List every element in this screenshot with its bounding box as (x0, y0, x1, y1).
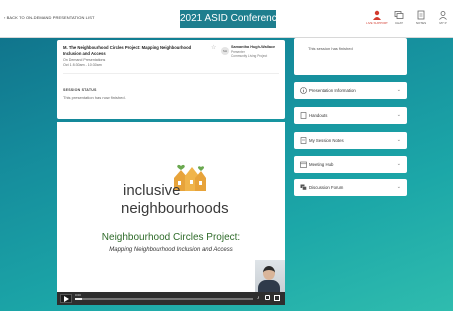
notes-icon (417, 10, 425, 20)
live-support-icon (373, 10, 381, 20)
sidebar-item-label: Meeting Hub (309, 162, 334, 167)
chevron-down-icon: ⌄ (396, 112, 401, 118)
webcam-body (258, 280, 280, 292)
chat-button[interactable]: CHAT (391, 10, 407, 25)
logo-word-neighbourhoods: neighbourhoods (121, 200, 229, 217)
sidebar-item-meeting-hub[interactable]: Meeting Hub ⌄ (294, 156, 407, 173)
notes-button[interactable]: NOTES (413, 10, 429, 25)
presenter-organisation: Community Living Project (231, 54, 268, 58)
live-support-button[interactable]: LIVE SUPPORT (366, 10, 388, 25)
live-support-label: LIVE SUPPORT (366, 21, 388, 25)
captions-icon[interactable] (265, 295, 270, 300)
slide-title: Neighbourhood Circles Project: (101, 232, 241, 243)
play-button[interactable] (60, 294, 72, 303)
chat-icon (394, 11, 404, 19)
session-time: Oct 1 8:30am - 10:30am (63, 63, 102, 67)
divider (63, 73, 279, 74)
video-time: 0:00 (75, 293, 81, 297)
sidebar-item-label: Presentation Information (309, 88, 356, 93)
sidebar-item-discussion-forum[interactable]: Discussion Forum ⌄ (294, 179, 407, 196)
presenter-webcam (255, 260, 285, 292)
back-link[interactable]: ‹ BACK TO ON-DEMAND PRESENTATION LIST (4, 15, 95, 20)
sidebar-item-presentation-information[interactable]: Presentation Information ⌄ (294, 82, 407, 99)
sidebar-item-label: Discussion Forum (309, 185, 344, 190)
notice-text: This session has finished (308, 46, 353, 51)
chat-label: CHAT (395, 21, 403, 25)
chat-icon (300, 184, 307, 191)
session-info-card: M. The Neighbourhood Circles Project: Ma… (57, 40, 285, 119)
notes-label: NOTES (415, 21, 427, 25)
chevron-down-icon: ⌄ (396, 184, 401, 190)
presenter-name: Samantha Hugh-Wallace (231, 45, 276, 49)
info-icon (300, 87, 307, 94)
sidebar-item-label: Handouts (309, 113, 328, 118)
document-icon (300, 112, 307, 119)
sidebar-item-label: My Session Notes (309, 138, 344, 143)
profile-button[interactable]: MY P (435, 10, 451, 25)
video-controls: 0:00 ♪ (57, 292, 285, 305)
notes-icon (300, 137, 307, 144)
top-bar: ‹ BACK TO ON-DEMAND PRESENTATION LIST 20… (0, 0, 453, 38)
sidebar-item-my-session-notes[interactable]: My Session Notes ⌄ (294, 132, 407, 149)
chevron-down-icon: ⌄ (396, 161, 401, 167)
profile-label: MY P (439, 21, 447, 25)
volume-icon[interactable]: ♪ (257, 295, 260, 301)
avatar: SH (221, 47, 229, 55)
fullscreen-icon[interactable] (274, 295, 280, 301)
session-finished-notice: This session has finished (294, 38, 407, 75)
bookmark-icon[interactable]: ☆ (211, 45, 217, 51)
logo-word-inclusive: inclusive (123, 182, 181, 199)
chevron-down-icon: ⌄ (396, 137, 401, 143)
chevron-down-icon: ⌄ (396, 87, 401, 93)
calendar-icon (300, 161, 307, 168)
slide-subtitle: Mapping Neighbourhood Inclusion and Acce… (109, 247, 233, 253)
session-title: M. The Neighbourhood Circles Project: Ma… (63, 45, 192, 56)
progress-fill (75, 298, 83, 300)
session-status-text: This presentation has now finished. (63, 95, 126, 100)
progress-bar[interactable] (75, 298, 253, 300)
profile-icon (439, 11, 447, 20)
session-status-label: SESSION STATUS (63, 88, 97, 92)
sidebar-item-handouts[interactable]: Handouts ⌄ (294, 107, 407, 124)
conference-title: 2021 ASID Conference (180, 10, 282, 28)
video-player[interactable]: inclusive neighbourhoods Neighbourhood C… (57, 122, 285, 305)
top-icon-group: LIVE SUPPORT CHAT NOTES MY P (366, 10, 451, 25)
inclusive-neighbourhoods-logo: inclusive neighbourhoods (121, 162, 229, 218)
webcam-head (263, 266, 275, 280)
session-track: On Demand Presentations (63, 58, 106, 62)
